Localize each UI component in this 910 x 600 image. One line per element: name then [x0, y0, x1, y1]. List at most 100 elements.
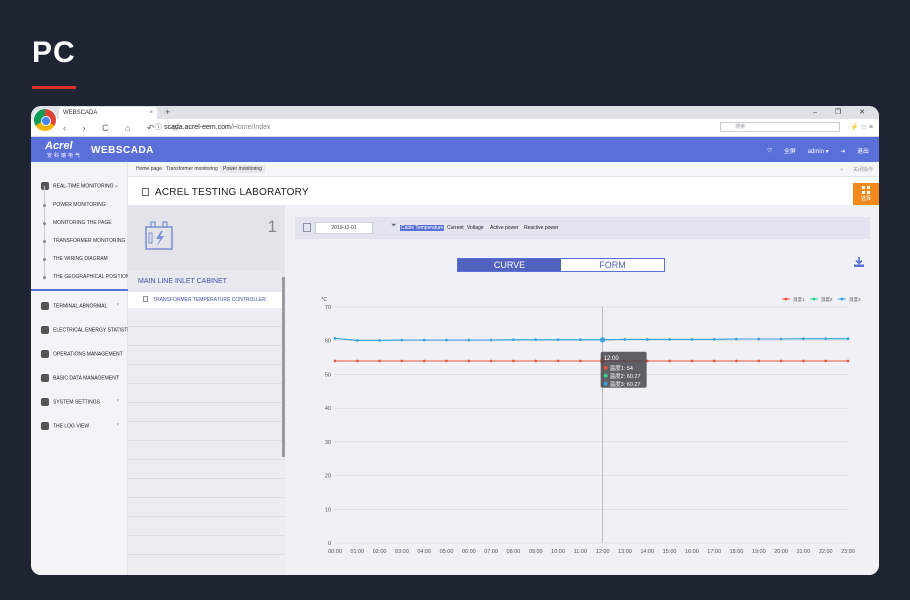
form-tab[interactable]: FORM	[561, 259, 664, 271]
tab-title: WEBSCADA	[63, 110, 98, 116]
data-point	[422, 338, 426, 342]
tooltip-marker	[603, 381, 608, 386]
sidebar-item-real-time-monitoring[interactable]: REAL-TIME MONITORING	[41, 182, 113, 190]
metric-active-power[interactable]: Active power	[490, 225, 519, 231]
sidebar-item-terminal-abnormal[interactable]: TERMINAL ABNORMAL	[41, 302, 107, 310]
options-button[interactable]: 选择	[853, 183, 879, 205]
x-tick-label: 05:00	[440, 549, 454, 555]
download-icon[interactable]	[853, 256, 865, 268]
device-card[interactable]: 1	[128, 205, 285, 271]
data-point	[757, 337, 761, 341]
crumb-transformer-monitoring[interactable]: Transformer monitoring	[166, 166, 218, 172]
sidebar-item-label: BASIC DATA MANAGEMENT	[53, 375, 119, 382]
list-divider	[128, 497, 285, 498]
curve-tab[interactable]: CURVE	[458, 259, 561, 271]
pc-heading: PC	[32, 36, 76, 69]
lock-icon: ⓘ	[155, 124, 164, 131]
close-ops[interactable]: » 关闭操作	[840, 166, 873, 173]
legend-marker	[812, 297, 816, 301]
header-actions: ⤧ 全屏 admin ▾ ⇥ 退出	[757, 146, 869, 156]
wrench-icon	[41, 398, 49, 406]
sidebar-subitem-geographical-position[interactable]: THE GEOGRAPHICAL POSITION	[43, 274, 130, 280]
sidebar: REAL-TIME MONITORING ⌄ POWER MONITORING …	[31, 162, 136, 575]
x-tick-label: 22:00	[819, 549, 833, 555]
list-divider	[128, 364, 285, 365]
transformer-icon	[145, 221, 173, 250]
y-tick-label: 60	[325, 339, 331, 345]
y-tick-label: 20	[325, 474, 331, 480]
browser-menu-icon[interactable]: ⚡ ☆ ≡	[850, 124, 873, 131]
y-tick-label: 70	[325, 305, 331, 311]
data-point	[378, 359, 381, 363]
data-point	[579, 359, 582, 363]
monitor-icon	[41, 182, 49, 190]
browser-tab[interactable]: WEBSCADA ×	[59, 107, 157, 119]
new-tab-button[interactable]: +	[165, 106, 170, 119]
list-divider	[128, 554, 285, 555]
sidebar-subitem-power-monitoring[interactable]: POWER MONITORING	[43, 202, 106, 208]
y-axis-label: ℃	[321, 297, 328, 303]
metric-voltage[interactable]: Voltage	[467, 225, 484, 231]
fullscreen-button[interactable]: ⤧ 全屏	[767, 149, 795, 155]
date-input[interactable]: 2019-11-01	[315, 222, 373, 234]
x-tick-label: 21:00	[797, 549, 811, 555]
sidebar-subitem-wiring-diagram[interactable]: THE WIRING DIAGRAM	[43, 256, 108, 262]
tab-close-icon[interactable]: ×	[149, 107, 153, 119]
sidebar-item-log-view[interactable]: THE LOG VIEW	[41, 422, 89, 430]
data-point	[467, 338, 471, 342]
data-point	[378, 339, 381, 342]
chart-area: 2019-11-01 ⏷ Cable Temperature Current V…	[285, 205, 879, 575]
list-divider	[128, 459, 285, 460]
x-tick-label: 07:00	[484, 549, 498, 555]
data-point	[846, 359, 850, 363]
x-tick-label: 16:00	[685, 549, 699, 555]
data-point	[489, 359, 493, 363]
sidebar-item-energy-statistics[interactable]: ELECTRICAL ENERGY STATISTICS	[41, 326, 136, 334]
address-right-tools: 搜索 ⚡ ☆ ≡	[720, 119, 873, 137]
list-divider	[128, 440, 285, 441]
data-point	[400, 359, 404, 363]
data-point	[600, 337, 606, 343]
line-chart[interactable]: 0 10 20 30 40 50 60 70 ℃ 00:00 01:00 02:00 03:00 04:0…	[285, 285, 879, 575]
chevron-left-icon: ‹	[117, 398, 119, 404]
data-point	[712, 338, 716, 341]
series-line-3	[334, 337, 848, 341]
data-point	[690, 359, 694, 363]
cabinet-list-item[interactable]: TRANSFORMER TEMPERATURE CONTROLLER	[128, 292, 285, 308]
sidebar-subitem-monitoring-page[interactable]: MONITORING THE PAGE	[43, 220, 112, 226]
url-field[interactable]: ⓘ scada.acrel-eem.com/Home/Index	[155, 122, 725, 134]
crumb-power-monitoring[interactable]: Power monitoring	[220, 165, 265, 173]
sidebar-item-operations-management[interactable]: OPERATIONS MANAGEMENT	[41, 350, 123, 358]
chart-icon	[41, 326, 49, 334]
sidebar-item-system-settings[interactable]: SYSTEM SETTINGS	[41, 398, 100, 406]
chevron-down-icon: ⌄	[113, 183, 119, 189]
legend-marker	[784, 297, 788, 301]
crumb-home[interactable]: Home page	[136, 166, 162, 172]
data-point	[824, 359, 827, 363]
sidebar-subitem-transformer-monitoring[interactable]: TRANSFORMER MONITORING	[42, 238, 125, 244]
data-point	[802, 337, 805, 340]
x-tick-label: 13:00	[618, 549, 632, 555]
calendar-icon[interactable]	[303, 223, 311, 232]
metric-reactive-power[interactable]: Reactive power	[524, 225, 558, 231]
data-point	[400, 338, 404, 342]
filter-bar: 2019-11-01 ⏷ Cable Temperature Current V…	[295, 217, 870, 239]
browser-logo-icon	[33, 108, 57, 132]
sidebar-item-basic-data-management[interactable]: BASIC DATA MANAGEMENT	[41, 374, 119, 382]
data-point	[356, 339, 359, 342]
data-point	[467, 359, 471, 363]
metric-current[interactable]: Current	[447, 225, 464, 231]
list-divider	[128, 383, 285, 384]
operations-icon	[41, 350, 49, 358]
window-controls[interactable]: – ❐ ✕	[813, 106, 873, 119]
y-tick-label: 30	[325, 440, 331, 446]
user-menu[interactable]: admin ▾	[808, 149, 829, 155]
browser-search-input[interactable]: 搜索	[720, 122, 841, 133]
logout-button[interactable]: ⇥ 退出	[840, 149, 869, 155]
cabinet-item-label: TRANSFORMER TEMPERATURE CONTROLLER	[153, 297, 266, 303]
data-point	[422, 359, 426, 363]
sidebar-item-label: THE LOG VIEW	[53, 423, 90, 430]
page-title-text: ACREL TESTING LABORATORY	[155, 187, 309, 198]
metric-cable-temperature[interactable]: Cable Temperature	[400, 225, 445, 231]
cabinet-header[interactable]: MAIN LINE INLET CABINET	[128, 271, 285, 292]
